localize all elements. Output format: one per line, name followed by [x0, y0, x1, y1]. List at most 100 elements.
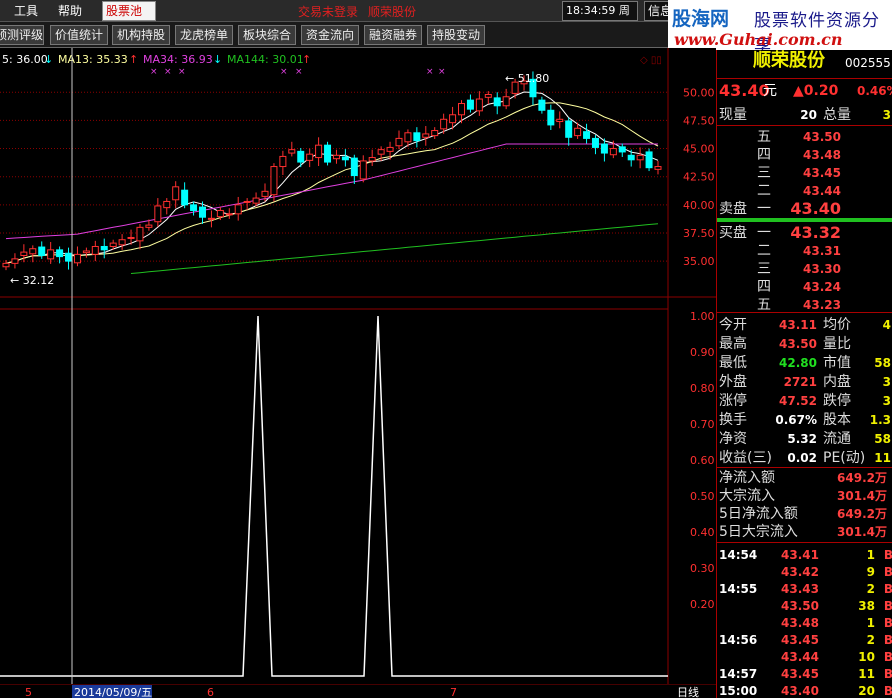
- candle-up[interactable]: [163, 200, 171, 209]
- candle-down[interactable]: [38, 246, 46, 256]
- candle-up[interactable]: [368, 157, 376, 162]
- candle-down[interactable]: [645, 151, 653, 169]
- candle-up[interactable]: [609, 148, 617, 156]
- tab-dragon-tiger-list[interactable]: 龙虎榜单: [175, 25, 233, 45]
- candle-up[interactable]: [502, 96, 510, 107]
- candle-up[interactable]: [574, 127, 582, 137]
- fund-flow-row[interactable]: 大宗流入 301.4万: [717, 487, 892, 505]
- tick-row[interactable]: 43.44 10 B: [717, 648, 892, 666]
- period-daily-label[interactable]: 日线: [677, 685, 699, 698]
- candle-down[interactable]: [56, 249, 64, 258]
- tab-institution-holdings[interactable]: 机构持股: [112, 25, 170, 45]
- candle-up[interactable]: [270, 166, 278, 196]
- tick-row[interactable]: 14:54 43.41 1 B: [717, 546, 892, 564]
- candle-down[interactable]: [350, 157, 358, 177]
- tick-row[interactable]: 15:00 43.40 20 B: [717, 682, 892, 698]
- indicator-chart[interactable]: 1.00 0.90 0.80 0.70 0.60 0.50 0.40 0.30 0.20: [0, 298, 716, 684]
- stat-row[interactable]: 最低 42.80 市值 58: [717, 354, 892, 372]
- menu-tools[interactable]: 工具: [14, 2, 38, 20]
- tick-row[interactable]: 14:55 43.43 2 B: [717, 580, 892, 598]
- candle-up[interactable]: [556, 118, 564, 123]
- menu-help[interactable]: 帮助: [58, 2, 82, 20]
- tab-value-stats[interactable]: 价值统计: [50, 25, 108, 45]
- candle-up[interactable]: [2, 262, 10, 268]
- candle-up[interactable]: [306, 153, 314, 161]
- candle-down[interactable]: [100, 245, 108, 251]
- candle-down[interactable]: [324, 144, 332, 163]
- bid-level-row[interactable]: 四 43.24: [717, 278, 892, 296]
- candle-up[interactable]: [279, 155, 287, 168]
- ask-level-row[interactable]: 二 43.44: [717, 182, 892, 200]
- candle-up[interactable]: [288, 149, 296, 154]
- candle-up[interactable]: [315, 144, 323, 159]
- chart-settings-icon[interactable]: ◇ ▯▯: [640, 55, 662, 66]
- candle-up[interactable]: [91, 245, 99, 255]
- candle-up[interactable]: [207, 217, 215, 220]
- candle-down[interactable]: [600, 143, 608, 154]
- candle-up[interactable]: [261, 190, 269, 197]
- candle-down[interactable]: [190, 204, 198, 211]
- tick-row[interactable]: 14:56 43.45 2 B: [717, 631, 892, 649]
- candle-up[interactable]: [475, 98, 483, 112]
- tick-row[interactable]: 43.42 9 B: [717, 563, 892, 581]
- candle-up[interactable]: [47, 249, 55, 260]
- candle-up[interactable]: [172, 186, 180, 201]
- ask-level-row[interactable]: 三 43.45: [717, 164, 892, 182]
- bid-level-row[interactable]: 二 43.31: [717, 242, 892, 260]
- candle-up[interactable]: [118, 239, 126, 246]
- candle-up[interactable]: [252, 197, 260, 204]
- candle-up[interactable]: [484, 94, 492, 98]
- candle-up[interactable]: [636, 154, 644, 161]
- tick-row[interactable]: 43.48 1 B: [717, 614, 892, 632]
- candle-up[interactable]: [654, 166, 662, 170]
- candle-down[interactable]: [181, 189, 189, 206]
- candle-up[interactable]: [145, 224, 153, 228]
- candle-down[interactable]: [583, 131, 591, 139]
- candle-up[interactable]: [29, 248, 37, 255]
- candle-up[interactable]: [422, 133, 430, 138]
- candle-down[interactable]: [297, 150, 305, 163]
- site-banner[interactable]: 股海网 股票软件资源分享 www.Guhai.com.cn: [668, 0, 892, 50]
- candle-down[interactable]: [618, 146, 626, 153]
- fund-flow-row[interactable]: 5日净流入额 649.2万: [717, 505, 892, 523]
- ask-level-row[interactable]: 四 43.48: [717, 146, 892, 164]
- candle-up[interactable]: [332, 154, 340, 160]
- tab-rating-forecast[interactable]: 预测评级: [0, 25, 44, 45]
- candle-up[interactable]: [449, 114, 457, 124]
- stat-row[interactable]: 净资 5.32 流通 58: [717, 430, 892, 448]
- stat-row[interactable]: 收益(三) 0.02 PE(动) 11: [717, 449, 892, 467]
- candle-up[interactable]: [404, 132, 412, 143]
- candle-down[interactable]: [547, 109, 555, 126]
- stat-row[interactable]: 外盘 2721 内盘 3: [717, 373, 892, 391]
- tick-row[interactable]: 14:57 43.45 11 B: [717, 665, 892, 683]
- stat-row[interactable]: 最高 43.50 量比: [717, 335, 892, 353]
- candle-down[interactable]: [493, 97, 501, 107]
- candle-up[interactable]: [458, 103, 466, 116]
- stat-row[interactable]: 涨停 47.52 跌停 3: [717, 392, 892, 410]
- candle-up[interactable]: [243, 200, 251, 203]
- candle-up[interactable]: [109, 242, 117, 247]
- ask-level-row[interactable]: 卖盘一 43.40: [717, 200, 892, 218]
- candle-up[interactable]: [136, 226, 144, 242]
- candle-up[interactable]: [73, 253, 81, 264]
- tab-holding-changes[interactable]: 持股变动: [427, 25, 485, 45]
- candle-down[interactable]: [466, 99, 474, 110]
- candle-up[interactable]: [359, 160, 367, 180]
- tick-row[interactable]: 43.50 38 B: [717, 597, 892, 615]
- candle-down[interactable]: [341, 156, 349, 161]
- bid-level-row[interactable]: 三 43.30: [717, 260, 892, 278]
- fund-flow-row[interactable]: 5日大宗流入 301.4万: [717, 523, 892, 541]
- fund-flow-row[interactable]: 净流入额 649.2万: [717, 469, 892, 487]
- candle-up[interactable]: [11, 258, 19, 264]
- candle-down[interactable]: [65, 252, 73, 262]
- tab-margin-trading[interactable]: 融资融券: [364, 25, 422, 45]
- candle-up[interactable]: [386, 146, 394, 152]
- candle-down[interactable]: [627, 154, 635, 161]
- candle-up[interactable]: [216, 209, 224, 218]
- candle-down[interactable]: [413, 132, 421, 142]
- candle-up[interactable]: [225, 213, 233, 216]
- candlestick-chart[interactable]: 5: 36.00 ↓ MA13: 35.33 ↑ MA34: 36.93 ↓ M…: [0, 48, 716, 298]
- stat-row[interactable]: 换手 0.67% 股本 1.3: [717, 411, 892, 429]
- candle-up[interactable]: [154, 205, 162, 223]
- candle-up[interactable]: [440, 118, 448, 130]
